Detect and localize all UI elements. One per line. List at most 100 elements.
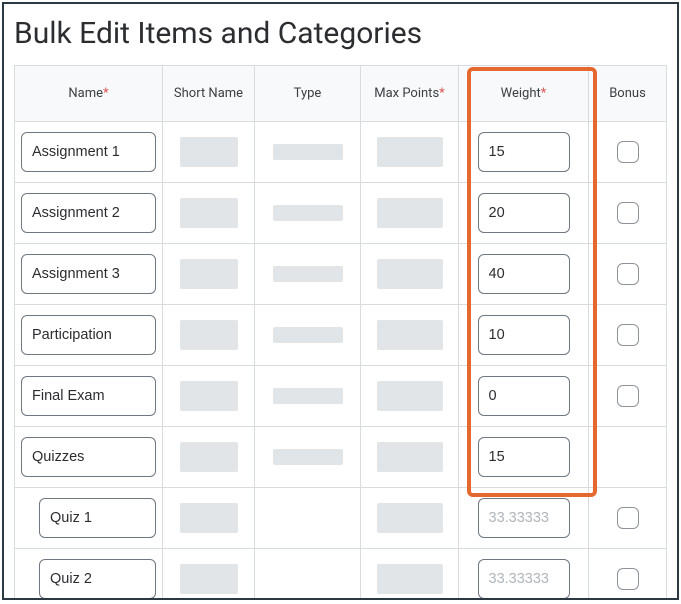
max-points-placeholder	[377, 381, 443, 411]
cell-short-name	[163, 244, 255, 305]
cell-name	[15, 122, 163, 183]
bonus-checkbox[interactable]	[617, 263, 639, 285]
col-header-type: Type	[255, 66, 361, 122]
cell-name	[15, 305, 163, 366]
cell-bonus	[589, 305, 667, 366]
weight-input[interactable]	[478, 132, 570, 172]
cell-short-name	[163, 549, 255, 600]
short-name-placeholder	[180, 503, 238, 533]
weight-input	[478, 559, 570, 599]
weight-input[interactable]	[478, 376, 570, 416]
cell-max-points	[361, 244, 459, 305]
table-row	[15, 183, 667, 244]
bonus-checkbox[interactable]	[617, 141, 639, 163]
short-name-placeholder	[180, 564, 238, 594]
weight-input[interactable]	[478, 254, 570, 294]
cell-weight	[459, 549, 589, 600]
cell-name	[15, 244, 163, 305]
table-header-row: Name* Short Name Type Max Points* Weight…	[15, 66, 667, 122]
name-input[interactable]	[21, 132, 156, 172]
bonus-checkbox[interactable]	[617, 385, 639, 407]
cell-type	[255, 549, 361, 600]
cell-bonus	[589, 549, 667, 600]
cell-weight	[459, 244, 589, 305]
max-points-placeholder	[377, 259, 443, 289]
max-points-placeholder	[377, 137, 443, 167]
name-input[interactable]	[39, 498, 156, 538]
cell-name	[15, 366, 163, 427]
max-points-placeholder	[377, 503, 443, 533]
type-placeholder	[273, 266, 343, 282]
table-row	[15, 122, 667, 183]
cell-short-name	[163, 427, 255, 488]
weight-input[interactable]	[478, 193, 570, 233]
col-header-name: Name*	[15, 66, 163, 122]
cell-weight	[459, 427, 589, 488]
name-input[interactable]	[39, 559, 156, 599]
bonus-checkbox[interactable]	[617, 507, 639, 529]
cell-max-points	[361, 549, 459, 600]
name-input[interactable]	[21, 254, 156, 294]
cell-max-points	[361, 366, 459, 427]
name-input[interactable]	[21, 315, 156, 355]
cell-short-name	[163, 305, 255, 366]
max-points-placeholder	[377, 198, 443, 228]
type-placeholder	[273, 205, 343, 221]
col-header-weight: Weight*	[459, 66, 589, 122]
cell-short-name	[163, 366, 255, 427]
cell-weight	[459, 305, 589, 366]
cell-max-points	[361, 488, 459, 549]
cell-max-points	[361, 305, 459, 366]
cell-type	[255, 427, 361, 488]
cell-name	[15, 488, 163, 549]
cell-weight	[459, 122, 589, 183]
bulk-edit-table: Name* Short Name Type Max Points* Weight…	[14, 65, 667, 600]
cell-bonus	[589, 488, 667, 549]
weight-input[interactable]	[478, 437, 570, 477]
cell-type	[255, 122, 361, 183]
cell-bonus	[589, 427, 667, 488]
cell-short-name	[163, 122, 255, 183]
cell-bonus	[589, 366, 667, 427]
col-header-bonus: Bonus	[589, 66, 667, 122]
table-row	[15, 549, 667, 600]
cell-weight	[459, 488, 589, 549]
cell-short-name	[163, 488, 255, 549]
bonus-checkbox[interactable]	[617, 568, 639, 590]
cell-bonus	[589, 183, 667, 244]
name-input[interactable]	[21, 437, 156, 477]
cell-type	[255, 366, 361, 427]
short-name-placeholder	[180, 320, 238, 350]
cell-name	[15, 549, 163, 600]
cell-weight	[459, 366, 589, 427]
bonus-checkbox[interactable]	[617, 324, 639, 346]
weight-input[interactable]	[478, 315, 570, 355]
cell-max-points	[361, 183, 459, 244]
table-row	[15, 244, 667, 305]
cell-bonus	[589, 244, 667, 305]
cell-name	[15, 427, 163, 488]
col-header-points: Max Points*	[361, 66, 459, 122]
cell-type	[255, 244, 361, 305]
short-name-placeholder	[180, 442, 238, 472]
short-name-placeholder	[180, 381, 238, 411]
page-title: Bulk Edit Items and Categories	[14, 16, 677, 51]
type-placeholder	[273, 327, 343, 343]
max-points-placeholder	[377, 320, 443, 350]
cell-max-points	[361, 122, 459, 183]
name-input[interactable]	[21, 193, 156, 233]
cell-max-points	[361, 427, 459, 488]
short-name-placeholder	[180, 259, 238, 289]
col-header-short: Short Name	[163, 66, 255, 122]
short-name-placeholder	[180, 198, 238, 228]
cell-type	[255, 305, 361, 366]
table-row	[15, 305, 667, 366]
cell-name	[15, 183, 163, 244]
max-points-placeholder	[377, 442, 443, 472]
name-input[interactable]	[21, 376, 156, 416]
table-row	[15, 366, 667, 427]
type-placeholder	[273, 144, 343, 160]
bonus-checkbox[interactable]	[617, 202, 639, 224]
cell-short-name	[163, 183, 255, 244]
table-row	[15, 488, 667, 549]
